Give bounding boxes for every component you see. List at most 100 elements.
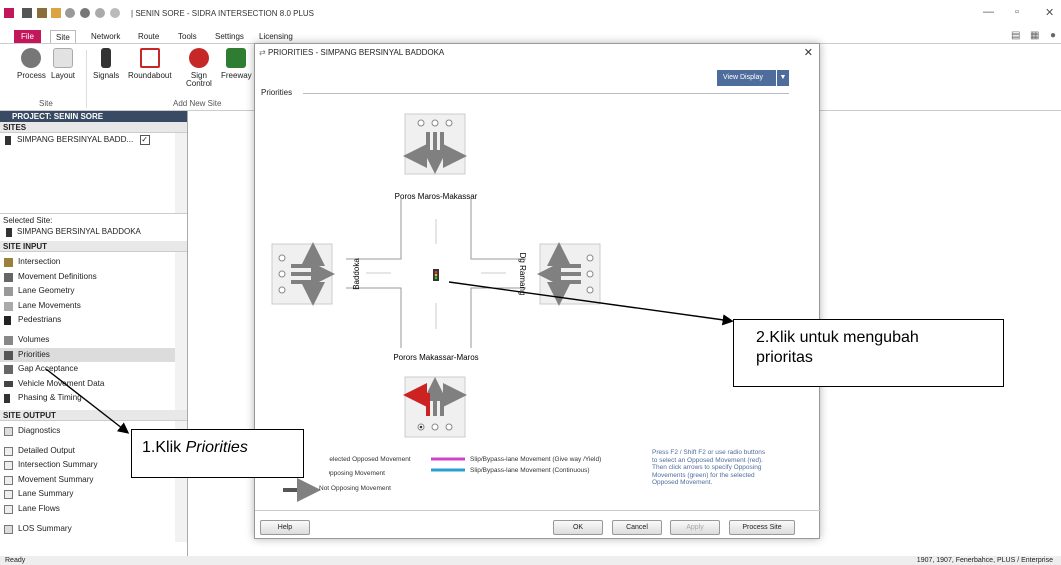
title-bar: | SENIN SORE - SIDRA INTERSECTION 8.0 PL… — [0, 0, 1061, 26]
yield-sign-icon — [139, 48, 160, 68]
site-checkbox[interactable]: ✓ — [139, 134, 150, 145]
settings-icon[interactable] — [65, 8, 75, 18]
movement-definitions-icon — [4, 272, 13, 282]
layout-view-icon[interactable]: ▦ — [1030, 30, 1039, 41]
project-header[interactable]: PROJECT: SENIN SORE — [0, 111, 187, 122]
priorities-dialog: ⇄ PRIORITIES - SIMPANG BERSINYAL BADDOKA… — [254, 43, 821, 539]
annotation-step-2: 2.Klik untuk mengubah prioritas — [733, 319, 1004, 387]
legend-selected-opposed: Selected Opposed Movement — [325, 456, 411, 463]
site-input-gap-acceptance[interactable]: Gap Acceptance — [0, 362, 187, 377]
document-icon — [4, 504, 13, 514]
site-input-lane-movements[interactable]: Lane Movements — [0, 299, 187, 314]
tab-licensing[interactable]: Licensing — [254, 30, 298, 43]
legend-help-text: Press F2 / Shift F2 or use radio buttons… — [652, 449, 766, 486]
legend-opposing: Opposing Movement — [325, 470, 385, 477]
south-approach-box[interactable] — [403, 376, 467, 438]
freeway-button[interactable]: Freeway — [221, 48, 252, 80]
signal-icon — [433, 269, 439, 281]
site-output-lane-flows[interactable]: Lane Flows — [0, 502, 187, 517]
app-logo-icon — [4, 8, 14, 18]
site-input-scrollbar[interactable] — [175, 252, 187, 410]
process-gear-icon — [21, 48, 42, 68]
close-window-button[interactable]: ✕ — [1045, 6, 1054, 19]
route-icon[interactable] — [110, 8, 120, 18]
network-icon[interactable] — [80, 8, 90, 18]
stop-sign-icon — [188, 48, 209, 68]
los-summary-icon — [4, 524, 13, 534]
diagnostics-icon — [4, 427, 13, 436]
volumes-icon — [4, 335, 13, 345]
process-button[interactable]: Process — [17, 48, 46, 80]
site-input-movement-definitions[interactable]: Movement Definitions — [0, 270, 187, 285]
site-input-volumes[interactable]: Volumes — [0, 333, 187, 348]
maximize-button[interactable]: ▫ — [1015, 6, 1019, 18]
sign-control-button[interactable]: Sign Control — [186, 48, 212, 88]
site-output-lane-summary[interactable]: Lane Summary — [0, 487, 187, 502]
window-title: | SENIN SORE - SIDRA INTERSECTION 8.0 PL… — [131, 9, 315, 18]
site-input-intersection[interactable]: Intersection — [0, 255, 187, 270]
sites-list: SIMPANG BERSINYAL BADD... ✓ — [0, 133, 187, 213]
lane-movements-icon — [4, 301, 13, 311]
ribbon-tabs: File Site Network Route Tools Settings L… — [0, 30, 1061, 43]
tab-route[interactable]: Route — [133, 30, 164, 43]
selected-site-box[interactable]: Selected Site: SIMPANG BERSINYAL BADDOKA — [0, 213, 187, 241]
help-button[interactable]: Help — [260, 520, 310, 535]
report-view-icon[interactable]: ▤ — [1011, 30, 1020, 41]
site-input-pedestrians[interactable]: Pedestrians — [0, 313, 187, 328]
west-approach-box[interactable] — [271, 242, 335, 306]
project-panel: PROJECT: SENIN SORE SITES SIMPANG BERSIN… — [0, 111, 188, 556]
license-info: 1907, 1907, Fenerbahce, PLUS / Enterpris… — [916, 557, 1053, 564]
site-group-label: Site — [39, 99, 53, 108]
report-icon[interactable] — [37, 8, 47, 18]
site-list-item[interactable]: SIMPANG BERSINYAL BADD... ✓ — [0, 133, 187, 148]
road-label-north: Poros Maros-Makassar — [395, 192, 478, 201]
process-icon[interactable] — [95, 8, 105, 18]
open-folder-icon[interactable] — [51, 8, 61, 18]
layout-button[interactable]: Layout — [51, 48, 75, 80]
freeway-icon — [226, 48, 247, 68]
apply-button[interactable]: Apply — [670, 520, 720, 535]
site-output-los-summary[interactable]: LOS Summary — [0, 522, 187, 537]
north-approach-box[interactable] — [403, 113, 467, 175]
signal-site-icon — [5, 136, 11, 145]
site-input-priorities[interactable]: Priorities — [0, 347, 187, 363]
cancel-button[interactable]: Cancel — [612, 520, 662, 535]
site-input-vehicle-movement-data[interactable]: Vehicle Movement Data — [0, 377, 187, 392]
document-icon — [4, 490, 13, 500]
legend-slip-yield: Slip/Bypass-lane Movement (Give way /Yie… — [470, 456, 602, 463]
sites-scrollbar[interactable] — [175, 133, 187, 213]
tab-site[interactable]: Site — [50, 30, 76, 43]
signal-site-icon — [6, 228, 12, 237]
minimize-button[interactable]: — — [983, 6, 994, 18]
save-icon[interactable] — [22, 8, 32, 18]
phasing-traffic-light-icon — [4, 394, 10, 404]
status-bar: Ready 1907, 1907, Fenerbahce, PLUS / Ent… — [0, 556, 1061, 565]
help-globe-icon[interactable]: ● — [1050, 30, 1056, 41]
annotation-step-1: 1.Klik Priorities — [131, 429, 304, 478]
tab-network[interactable]: Network — [86, 30, 125, 43]
intersection-icon — [4, 258, 13, 267]
priorities-diagram: Poros Maros-Makassar Porors Makassar-Mar… — [271, 113, 601, 502]
site-input-header: SITE INPUT — [0, 241, 187, 252]
process-site-button[interactable]: Process Site — [729, 520, 795, 535]
document-icon — [4, 475, 13, 485]
road-label-east: Dg Ramang — [518, 253, 527, 296]
ok-button[interactable]: OK — [553, 520, 603, 535]
legend-not-opposing: Not Opposing Movement — [319, 485, 391, 492]
traffic-light-icon — [101, 48, 112, 68]
site-input-lane-geometry[interactable]: Lane Geometry — [0, 284, 187, 299]
roundabout-button[interactable]: Roundabout — [128, 48, 172, 80]
site-input-phasing-timing[interactable]: Phasing & Timing — [0, 391, 187, 406]
document-icon — [4, 446, 13, 456]
tab-settings[interactable]: Settings — [210, 30, 249, 43]
site-output-header: SITE OUTPUT — [0, 410, 187, 421]
vehicle-icon — [4, 380, 13, 387]
document-icon — [4, 461, 13, 471]
layout-icon — [53, 48, 74, 68]
signals-button[interactable]: Signals — [93, 48, 119, 80]
tab-tools[interactable]: Tools — [173, 30, 202, 43]
site-input-list: Intersection Movement Definitions Lane G… — [0, 252, 187, 410]
east-approach-box[interactable] — [537, 242, 601, 306]
legend-slip-continuous: Slip/Bypass-lane Movement (Continuous) — [470, 467, 590, 474]
tab-file[interactable]: File — [14, 30, 41, 43]
